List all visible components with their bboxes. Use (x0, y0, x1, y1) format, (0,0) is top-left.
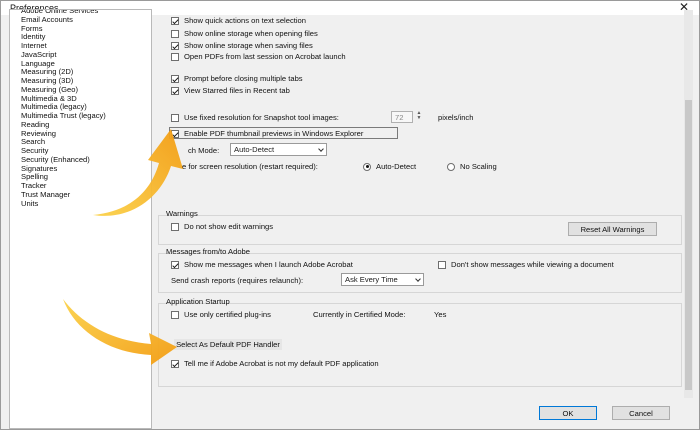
crash-reports-label: Send crash reports (requires relaunch): (171, 276, 304, 285)
option-online-storage-open[interactable]: Show online storage when opening files (171, 29, 318, 38)
category-item[interactable]: Language (21, 59, 55, 68)
option-label: Show online storage when opening files (184, 29, 318, 38)
messages-title: Messages from/to Adobe (166, 247, 250, 256)
category-item[interactable]: Security (Enhanced) (21, 155, 90, 164)
screen-resolution-label: e for screen resolution (restart require… (182, 162, 318, 171)
option-label: Open PDFs from last session on Acrobat l… (184, 52, 346, 61)
option-thumbnail-previews[interactable]: Enable PDF thumbnail previews in Windows… (171, 129, 363, 138)
radio-icon[interactable] (363, 162, 371, 171)
category-item[interactable]: Spelling (21, 172, 48, 181)
checkbox-icon[interactable] (171, 16, 179, 25)
option-online-storage-save[interactable]: Show online storage when saving files (171, 41, 313, 50)
option-label: Use fixed resolution for Snapshot tool i… (184, 113, 339, 122)
checkbox-icon[interactable] (171, 74, 179, 83)
radio-label: Auto-Detect (376, 162, 417, 171)
checkbox-icon[interactable] (171, 260, 179, 269)
option-quick-actions[interactable]: Show quick actions on text selection (171, 16, 306, 25)
category-item[interactable]: Reading (21, 120, 49, 129)
option-label: Don't show messages while viewing a docu… (451, 260, 614, 269)
option-label: Show me messages when I launch Adobe Acr… (184, 260, 353, 269)
select-value: Auto-Detect (234, 145, 275, 154)
cancel-button[interactable]: Cancel (612, 406, 670, 420)
category-item[interactable]: Trust Manager (21, 190, 70, 199)
option-label: Use only certified plug-ins (184, 310, 271, 319)
preferences-window: Preferences ✕ Adobe Online Services Email… (0, 0, 700, 430)
chevron-down-icon (415, 276, 421, 282)
category-item[interactable]: Measuring (2D) (21, 67, 73, 76)
crash-reports-select[interactable]: Ask Every Time (341, 273, 424, 286)
category-item[interactable]: Search (21, 137, 45, 146)
option-certified-plugins[interactable]: Use only certified plug-ins (171, 310, 271, 319)
warnings-title: Warnings (166, 209, 198, 218)
category-item[interactable]: Forms (21, 24, 43, 33)
option-label: Show online storage when saving files (184, 41, 313, 50)
touch-mode-label: ch Mode: (188, 146, 220, 155)
certified-mode-label: Currently in Certified Mode: (313, 310, 406, 319)
category-item[interactable]: Security (21, 146, 48, 155)
option-label: Prompt before closing multiple tabs (184, 74, 303, 83)
category-item[interactable]: JavaScript (21, 50, 56, 59)
option-label: Show quick actions on text selection (184, 16, 306, 25)
option-label: Tell me if Adobe Acrobat is not my defau… (184, 359, 379, 368)
checkbox-icon[interactable] (171, 52, 179, 61)
checkbox-icon[interactable] (438, 260, 446, 269)
option-label: Enable PDF thumbnail previews in Windows… (184, 129, 364, 138)
option-open-last-session[interactable]: Open PDFs from last session on Acrobat l… (171, 52, 346, 61)
settings-panel: Show quick actions on text selection Sho… (158, 10, 693, 398)
radio-no-scaling[interactable]: No Scaling (447, 162, 497, 171)
checkbox-icon[interactable] (171, 29, 179, 38)
option-dont-show-edit-warnings[interactable]: Do not show edit warnings (171, 222, 273, 231)
category-item[interactable]: Multimedia Trust (legacy) (21, 111, 106, 120)
select-default-pdf-handler-button[interactable]: Select As Default PDF Handler (174, 339, 282, 350)
checkbox-icon[interactable] (171, 41, 179, 50)
checkbox-icon[interactable] (171, 129, 179, 138)
category-item[interactable]: Tracker (21, 181, 46, 190)
category-item[interactable]: Reviewing (21, 129, 56, 138)
category-item[interactable]: Measuring (Geo) (21, 85, 78, 94)
checkbox-icon[interactable] (171, 113, 179, 122)
category-item[interactable]: Measuring (3D) (21, 76, 73, 85)
reset-all-warnings-button[interactable]: Reset All Warnings (568, 222, 657, 236)
snapshot-resolution-input[interactable]: 72 (391, 111, 413, 123)
option-prompt-close-tabs[interactable]: Prompt before closing multiple tabs (171, 74, 303, 83)
category-item[interactable]: Email Accounts (21, 15, 73, 24)
category-item[interactable]: Units (21, 199, 38, 208)
option-view-starred[interactable]: View Starred files in Recent tab (171, 86, 290, 95)
option-snapshot-resolution[interactable]: Use fixed resolution for Snapshot tool i… (171, 113, 339, 122)
scrollbar-thumb[interactable] (685, 100, 692, 390)
stepper-icon[interactable]: ▲ ▼ (415, 111, 423, 122)
option-tell-me-default[interactable]: Tell me if Adobe Acrobat is not my defau… (171, 359, 379, 368)
checkbox-icon[interactable] (171, 359, 179, 368)
certified-mode-value: Yes (434, 310, 447, 319)
touch-mode-select[interactable]: Auto-Detect (230, 143, 327, 156)
radio-icon[interactable] (447, 162, 455, 171)
snapshot-unit-label: pixels/inch (438, 113, 474, 122)
category-item[interactable]: Multimedia (legacy) (21, 102, 87, 111)
radio-auto-detect[interactable]: Auto-Detect (363, 162, 416, 171)
category-item[interactable]: Signatures (21, 164, 57, 173)
category-item[interactable]: Internet (21, 41, 47, 50)
option-show-messages[interactable]: Show me messages when I launch Adobe Acr… (171, 260, 353, 269)
checkbox-icon[interactable] (171, 310, 179, 319)
option-label: View Starred files in Recent tab (184, 86, 290, 95)
checkbox-icon[interactable] (171, 86, 179, 95)
category-item[interactable]: Multimedia & 3D (21, 94, 77, 103)
option-label: Do not show edit warnings (184, 222, 274, 231)
checkbox-icon[interactable] (171, 222, 179, 231)
ok-button[interactable]: OK (539, 406, 597, 420)
chevron-down-icon (318, 146, 324, 152)
startup-title: Application Startup (166, 297, 230, 306)
radio-label: No Scaling (460, 162, 497, 171)
select-value: Ask Every Time (345, 275, 398, 284)
scrollbar[interactable] (684, 10, 693, 398)
category-list: Adobe Online Services Email Accounts Forms… (9, 9, 152, 429)
option-dont-show-messages[interactable]: Don't show messages while viewing a docu… (438, 260, 614, 269)
category-item[interactable]: Identity (21, 32, 45, 41)
